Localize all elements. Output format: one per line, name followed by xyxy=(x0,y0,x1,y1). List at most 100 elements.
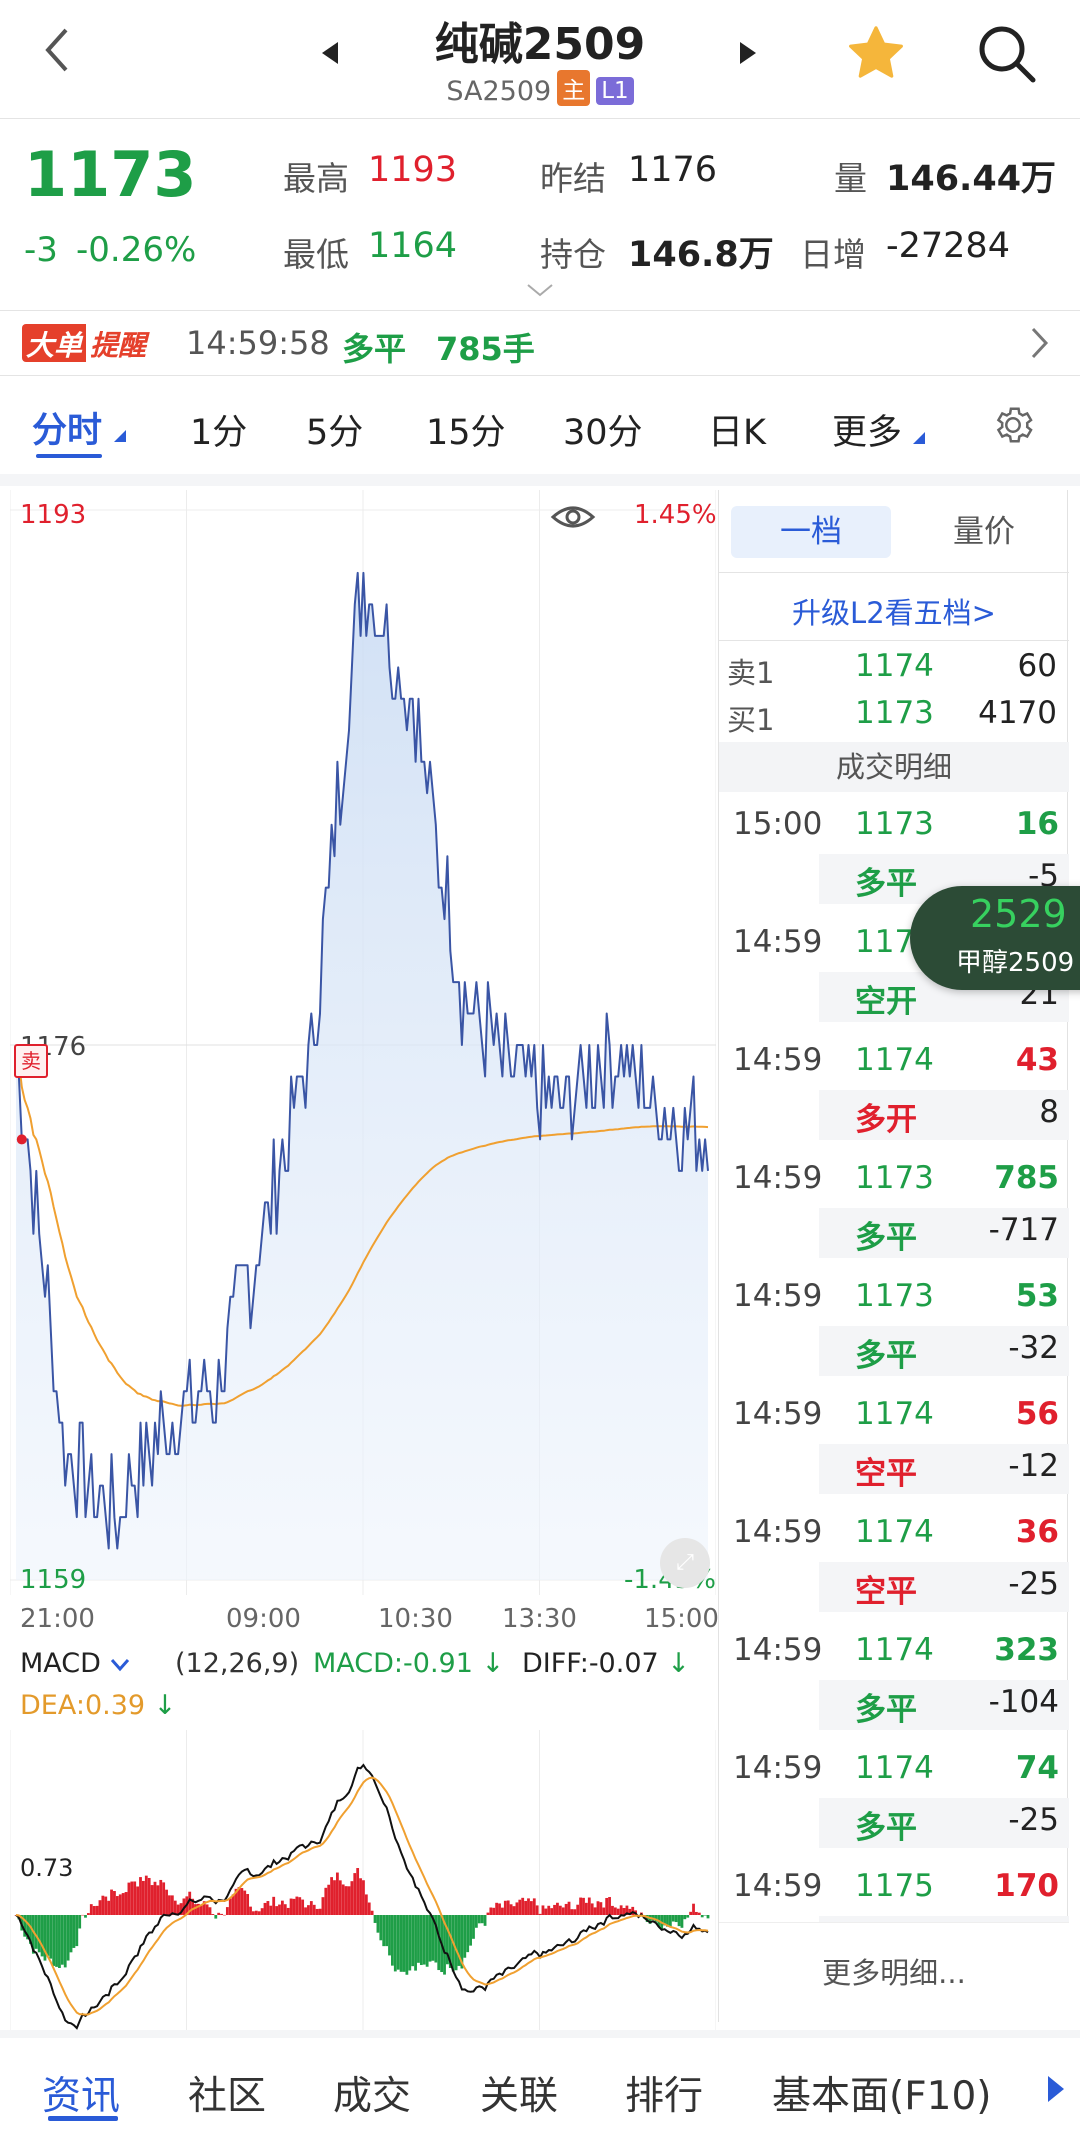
trade-time: 14:59 xyxy=(733,1278,823,1314)
macd-bar xyxy=(280,1900,284,1915)
volume-label: 量 xyxy=(834,159,867,198)
tab-trades[interactable]: 成交 xyxy=(333,2065,411,2121)
macd-bar xyxy=(509,1904,513,1915)
macd-bar xyxy=(587,1897,591,1915)
tab-more[interactable]: 更多 xyxy=(832,404,926,455)
search-button[interactable] xyxy=(975,22,1039,90)
next-contract-button[interactable] xyxy=(736,40,760,70)
macd-bar xyxy=(437,1915,441,1971)
time-axis-label: 15:00 xyxy=(644,1604,719,1634)
macd-bar xyxy=(60,1915,64,1965)
macd-bar xyxy=(605,1897,609,1915)
main-contract-badge: 主 xyxy=(557,70,591,106)
open-interest-value: 146.8万 xyxy=(628,235,774,275)
trade-oi-change: -104 xyxy=(988,1684,1059,1720)
macd-bar xyxy=(399,1915,403,1972)
macd-bar xyxy=(405,1915,409,1975)
macd-bar xyxy=(385,1915,389,1947)
macd-bar xyxy=(335,1872,339,1915)
zoom-chart-button[interactable]: ⤢ xyxy=(660,1538,710,1588)
tab-fundamentals[interactable]: 基本面(F10) xyxy=(772,2065,992,2121)
settings-button[interactable] xyxy=(990,402,1036,452)
macd-bar xyxy=(101,1895,105,1915)
time-axis-label: 21:00 xyxy=(20,1604,95,1634)
macd-bar xyxy=(692,1903,695,1915)
macd-bar xyxy=(584,1902,588,1915)
macd-bar xyxy=(133,1881,137,1915)
macd-bar xyxy=(304,1907,307,1915)
tab-ranking[interactable]: 排行 xyxy=(625,2065,703,2121)
macd-bar xyxy=(495,1902,499,1915)
macd-bar xyxy=(46,1915,50,1956)
tab-15min[interactable]: 15分 xyxy=(426,404,506,455)
trade-oi-change: 8 xyxy=(1039,1094,1059,1130)
macd-bar xyxy=(367,1902,371,1915)
macd-bar xyxy=(347,1886,351,1915)
tab-label: 更多 xyxy=(832,413,903,453)
macd-bar xyxy=(254,1910,258,1915)
macd-bar xyxy=(278,1904,281,1915)
macd-bar xyxy=(535,1905,539,1915)
trade-row: 14:59 1174 56 空平 -12 xyxy=(719,1390,1069,1508)
macd-bar xyxy=(211,1914,215,1915)
trade-time: 14:59 xyxy=(733,1396,823,1432)
trade-type: 空平 xyxy=(855,1456,917,1492)
macd-bar xyxy=(194,1904,197,1915)
chevron-down-icon xyxy=(110,1659,129,1672)
prev-settle-value: 1176 xyxy=(628,150,718,190)
favorite-button[interactable] xyxy=(843,22,909,90)
big-order-badge: 大单 提醒 xyxy=(22,324,150,362)
macd-bar xyxy=(115,1896,119,1915)
macd-bar xyxy=(466,1915,470,1953)
macd-bar xyxy=(220,1913,223,1915)
tab-5min[interactable]: 5分 xyxy=(306,404,363,455)
tab-timeshare[interactable]: 分时 xyxy=(32,402,127,458)
macd-bar xyxy=(408,1915,412,1971)
macd-bar xyxy=(205,1904,209,1915)
macd-bar xyxy=(553,1904,556,1915)
trade-row: 14:59 1173 785 多平 -717 xyxy=(719,1154,1069,1272)
macd-bar xyxy=(344,1886,348,1915)
intraday-price-chart[interactable] xyxy=(10,490,716,1595)
tab-news[interactable]: 资讯 xyxy=(42,2065,120,2121)
low-value: 1164 xyxy=(368,226,458,266)
related-contract-float[interactable]: 2529 甲醇2509 xyxy=(910,886,1080,990)
tab-volume-price[interactable]: 量价 xyxy=(909,506,1059,558)
macd-bar xyxy=(110,1889,113,1915)
trade-volume: 43 xyxy=(1015,1042,1059,1078)
macd-bar xyxy=(153,1881,157,1915)
macd-bar xyxy=(541,1905,545,1915)
trade-row: 14:59 1174 323 多平 -104 xyxy=(719,1626,1069,1744)
contract-subtitle: SA2509 主 L1 xyxy=(0,70,1080,107)
more-detail-link[interactable]: 更多明细... xyxy=(719,1922,1069,2022)
star-icon xyxy=(849,26,903,78)
big-order-alert[interactable]: 大单 提醒 14:59:58 多平 785手 xyxy=(0,312,1080,374)
trade-price: 1173 xyxy=(855,806,934,842)
macd-bar xyxy=(414,1915,417,1971)
tab-30min[interactable]: 30分 xyxy=(563,404,643,455)
toggle-visibility-button[interactable] xyxy=(550,502,596,536)
tab-daily-k[interactable]: 日K xyxy=(708,404,766,455)
tab-1min[interactable]: 1分 xyxy=(190,404,247,455)
indicator-selector[interactable]: MACD xyxy=(20,1648,130,1679)
upgrade-l2-link[interactable]: 升级L2看五档> xyxy=(719,590,1069,632)
macd-bar xyxy=(136,1886,140,1915)
expand-quote-button[interactable] xyxy=(525,282,555,302)
dropdown-corner-icon xyxy=(913,432,926,444)
active-tab-underline xyxy=(48,2116,118,2121)
macd-bar xyxy=(486,1912,490,1915)
daily-increase-label: 日增 xyxy=(800,235,866,274)
scroll-tabs-button[interactable] xyxy=(1046,2074,1066,2108)
tab-level1[interactable]: 一档 xyxy=(731,506,891,558)
macd-bar xyxy=(695,1911,698,1915)
macd-bar xyxy=(489,1907,493,1915)
bid1-price: 1173 xyxy=(855,695,934,731)
macd-bar xyxy=(246,1894,250,1915)
tab-related[interactable]: 关联 xyxy=(480,2065,558,2121)
macd-chart xyxy=(10,1730,716,2030)
macd-bar xyxy=(141,1880,145,1915)
macd-bar xyxy=(127,1882,131,1915)
macd-bar xyxy=(703,1915,707,1916)
down-arrow-icon: ↓ xyxy=(472,1648,505,1679)
tab-community[interactable]: 社区 xyxy=(188,2065,266,2121)
